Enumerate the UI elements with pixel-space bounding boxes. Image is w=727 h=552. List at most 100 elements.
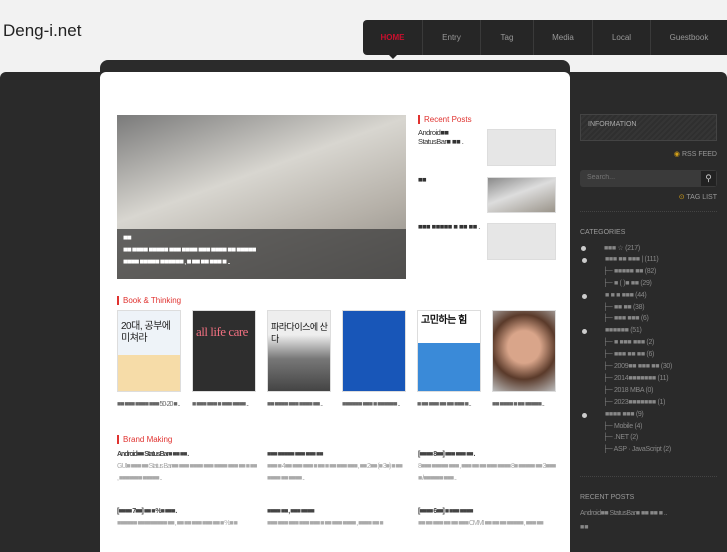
category-label: ■■■■■■	[605, 327, 629, 335]
brand-post[interactable]: [■■■■ 8■■] ■■■ ■■■ ■■ . 8■■■ ■■■■■ ■■■ , …	[418, 449, 558, 485]
post-title[interactable]: [■■■■ 8■■] ■■■ ■■■ ■■ .	[418, 449, 558, 461]
post-title[interactable]: [■■■■ 6■■] ■ ■■■ ■■■■	[418, 506, 558, 518]
recent-post-thumbnail[interactable]	[487, 223, 556, 260]
category-item[interactable]: ■■■■ ■■■ (9)	[605, 410, 644, 418]
category-label: ASP · JavaScript	[613, 446, 662, 454]
brand-post[interactable]: ■■■ ■■■■■ ■■■ ■■■ ■■ ■■■ ■ 4■■ ■■■ ■■■ ■ …	[267, 449, 407, 485]
category-label: .NET	[613, 434, 629, 442]
categories-heading: CATEGORIES	[580, 229, 626, 236]
recent-post-link[interactable]: Android■■ StatusBar■ ■■ .	[418, 128, 482, 146]
featured-caption: ■■ ■■ ■■■■ ■■■■■ ■■■ ■■■■ ■■■ ■■■■ ■■ ■■…	[117, 229, 406, 279]
recent-post-thumbnail[interactable]	[487, 177, 556, 213]
post-title[interactable]: [■■■■ 7■■] ■■ ■ %■ ■■■ .	[117, 506, 257, 518]
nav-entry[interactable]: Entry	[423, 20, 481, 55]
category-item[interactable]: ├─ .NET (2)	[603, 434, 638, 441]
featured-title-2: ■■■■ ■■■■■ ■■■■■■ , ■ ■■ ■■ ■■■ ■ ..	[123, 257, 231, 266]
nav-home[interactable]: HOME	[363, 20, 423, 55]
book-cover[interactable]	[342, 310, 406, 392]
book-caption[interactable]: ■ ■■ ■■■ ■■ ■■ ■■■ ■ ..	[417, 400, 481, 410]
category-item[interactable]: ├─ ■■■■■ ■■ (82)	[603, 268, 656, 275]
category-item[interactable]: ├─ ■■■ ■■ ■■ (6)	[603, 351, 654, 358]
nav-tag[interactable]: Tag	[481, 20, 534, 55]
category-root-icon[interactable]	[581, 246, 586, 251]
book-caption[interactable]: ■ ■■■ ■■■ ■ ■■■ ■■■■ ..	[192, 400, 256, 410]
category-count: (0)	[645, 386, 654, 394]
category-item[interactable]: ├─ ■■■ ■■■ (6)	[603, 315, 649, 322]
information-box: INFORMATION	[580, 114, 717, 141]
category-item[interactable]: ├─ ■■ ■■ (38)	[603, 303, 645, 311]
category-count: (2)	[646, 339, 655, 347]
rss-feed-link[interactable]: ◉ RSS FEED	[580, 150, 717, 158]
category-item[interactable]: ■■■■■■ (51)	[605, 327, 642, 335]
category-item[interactable]: ├─ ■ ( )■ ■■ (29)	[603, 280, 652, 287]
tree-node-icon[interactable]	[582, 293, 587, 299]
category-item[interactable]: ├─ 2023■■■■■■■ (1)	[603, 399, 665, 406]
book-cover-title: 고민하는 힘	[421, 315, 467, 326]
category-count: (51)	[630, 327, 642, 335]
category-count: (29)	[640, 279, 652, 287]
category-count: (2)	[663, 446, 671, 454]
brand-post[interactable]: ■■■■ ■■ , ■■■ ■■■■ ■■■ ■■■ ■■■ ■■■ ■■■ ■ …	[267, 506, 407, 530]
category-item[interactable]: ├─ 2009■■ ■■■ ■■ (30)	[603, 363, 672, 370]
book-cover[interactable]: 고민하는 힘	[417, 310, 481, 392]
category-count: (1)	[657, 398, 666, 406]
book-caption[interactable]: ■■ ■■■■ ■ ■■ ■■■■■ ..	[492, 400, 556, 410]
book-cover[interactable]: all life care	[192, 310, 256, 392]
post-excerpt: 8■■■ ■■■■■ ■■■ , ■■■ ■■ ■■ ■■■ ■■■■ 8■ ■…	[418, 463, 556, 482]
sidebar-recent-post[interactable]: ■■	[580, 524, 588, 531]
recent-post-thumbnail[interactable]	[487, 129, 556, 166]
category-item[interactable]: ■■■ ■■ ■■■ | (111)	[605, 256, 659, 263]
post-title[interactable]: Android■■ StatusBar■ ■■ ■■ .	[117, 449, 257, 461]
post-excerpt: ■■ ■■ ■■■ ■■ ■■ ■■■ CMMI ■■ ■■ ■■ ■■■■■ …	[418, 520, 544, 527]
category-count: (2)	[630, 434, 638, 442]
category-item[interactable]: ├─ Mobile (4)	[603, 423, 642, 430]
tag-list-link[interactable]: ⊙ TAG LIST	[580, 193, 717, 201]
book-caption[interactable]: ■■■■■■ ■■■ ■ ■■■■■■ ..	[342, 400, 406, 410]
search-icon[interactable]: ⚲	[701, 171, 716, 186]
book-cover[interactable]: 파라다이스에 산다	[267, 310, 331, 392]
book-cover[interactable]: 20대, 공부에 미쳐라	[117, 310, 181, 392]
nav-active-indicator	[389, 55, 397, 59]
brand-section-heading: Brand Making	[117, 435, 172, 444]
category-label: Mobile	[613, 422, 633, 430]
rss-label: RSS FEED	[681, 151, 717, 158]
category-item[interactable]: ■ ■ ■ ■■■ (44)	[605, 291, 647, 299]
category-label: ■■■■■ ■■	[613, 267, 644, 275]
nav-local[interactable]: Local	[593, 20, 651, 55]
post-title[interactable]: ■■■■ ■■ , ■■■ ■■■■	[267, 506, 407, 518]
book-cover[interactable]	[492, 310, 556, 392]
category-label: ■ ■ ■ ■■■	[605, 291, 634, 299]
category-count: (38)	[632, 303, 645, 311]
brand-post[interactable]: Android■■ StatusBar■ ■■ ■■ . GUI■ ■■■ ■■ …	[117, 449, 257, 485]
post-title[interactable]: ■■■ ■■■■■ ■■■ ■■■ ■■	[267, 449, 407, 461]
category-count: (30)	[660, 363, 673, 370]
search-input[interactable]	[580, 170, 680, 185]
sidebar: INFORMATION ◉ RSS FEED ⚲ ⊙ TAG LIST CATE…	[580, 114, 717, 236]
tree-node-icon[interactable]	[582, 412, 587, 418]
brand-post[interactable]: [■■■■ 7■■] ■■ ■ %■ ■■■ . ■■■■■■ ■■■■■■■■■…	[117, 506, 257, 530]
category-count: (4)	[634, 422, 643, 430]
nav-media[interactable]: Media	[534, 20, 593, 55]
post-excerpt: ■■■ ■ 4■■ ■■■ ■■■ ■ ■■ ■ ■■ ■■■ ■■■ , ■■…	[267, 463, 403, 482]
recent-post-link[interactable]: ■■	[418, 175, 482, 184]
book-caption[interactable]: ■■ ■■■ ■■■■ ■■■ 50·20 ■ ..	[117, 400, 181, 410]
featured-post[interactable]: ■■ ■■ ■■■■ ■■■■■ ■■■ ■■■■ ■■■ ■■■■ ■■ ■■…	[117, 115, 406, 279]
category-item[interactable]: ■■■ ☆ (217)	[604, 244, 640, 252]
site-logo[interactable]: Deng-i.net	[3, 21, 81, 41]
featured-category: ■■	[123, 233, 132, 242]
category-count: (82)	[644, 267, 657, 275]
sidebar-recent-post[interactable]: Android■■ StatusBar■ ■■ ■■ ■ ..	[580, 510, 667, 517]
post-excerpt: GUI■ ■■■ ■■ Status Bar■■ ■■■ ■■■■ ■■■ ■■…	[117, 463, 257, 482]
category-item[interactable]: ├─ ■ ■■■ ■■■ (2)	[603, 339, 654, 346]
recent-post-link[interactable]: ■■■ ■■■■■ ■ ■■ ■■ .	[418, 222, 482, 231]
category-item[interactable]: ├─ 2018 MBA (0)	[603, 387, 653, 394]
brand-post[interactable]: [■■■■ 6■■] ■ ■■■ ■■■■ ■■ ■■ ■■■ ■■ ■■ ■■■…	[418, 506, 558, 530]
category-item[interactable]: ├─ ASP · JavaScript (2)	[603, 446, 671, 453]
tree-node-icon[interactable]	[582, 257, 587, 263]
featured-title: ■■ ■■■■ ■■■■■ ■■■ ■■■■ ■■■ ■■■■ ■■ ■■■■■	[123, 245, 256, 254]
book-caption[interactable]: ■■ ■■■■ ■■■ ■■■■ ■■ ..	[267, 400, 331, 410]
category-count: (9)	[635, 410, 644, 418]
recent-posts-sidebar-heading: RECENT POSTS	[580, 494, 635, 501]
nav-guestbook[interactable]: Guestbook	[651, 20, 727, 55]
category-item[interactable]: ├─ 2014■■■■■■■ (11)	[603, 375, 669, 382]
